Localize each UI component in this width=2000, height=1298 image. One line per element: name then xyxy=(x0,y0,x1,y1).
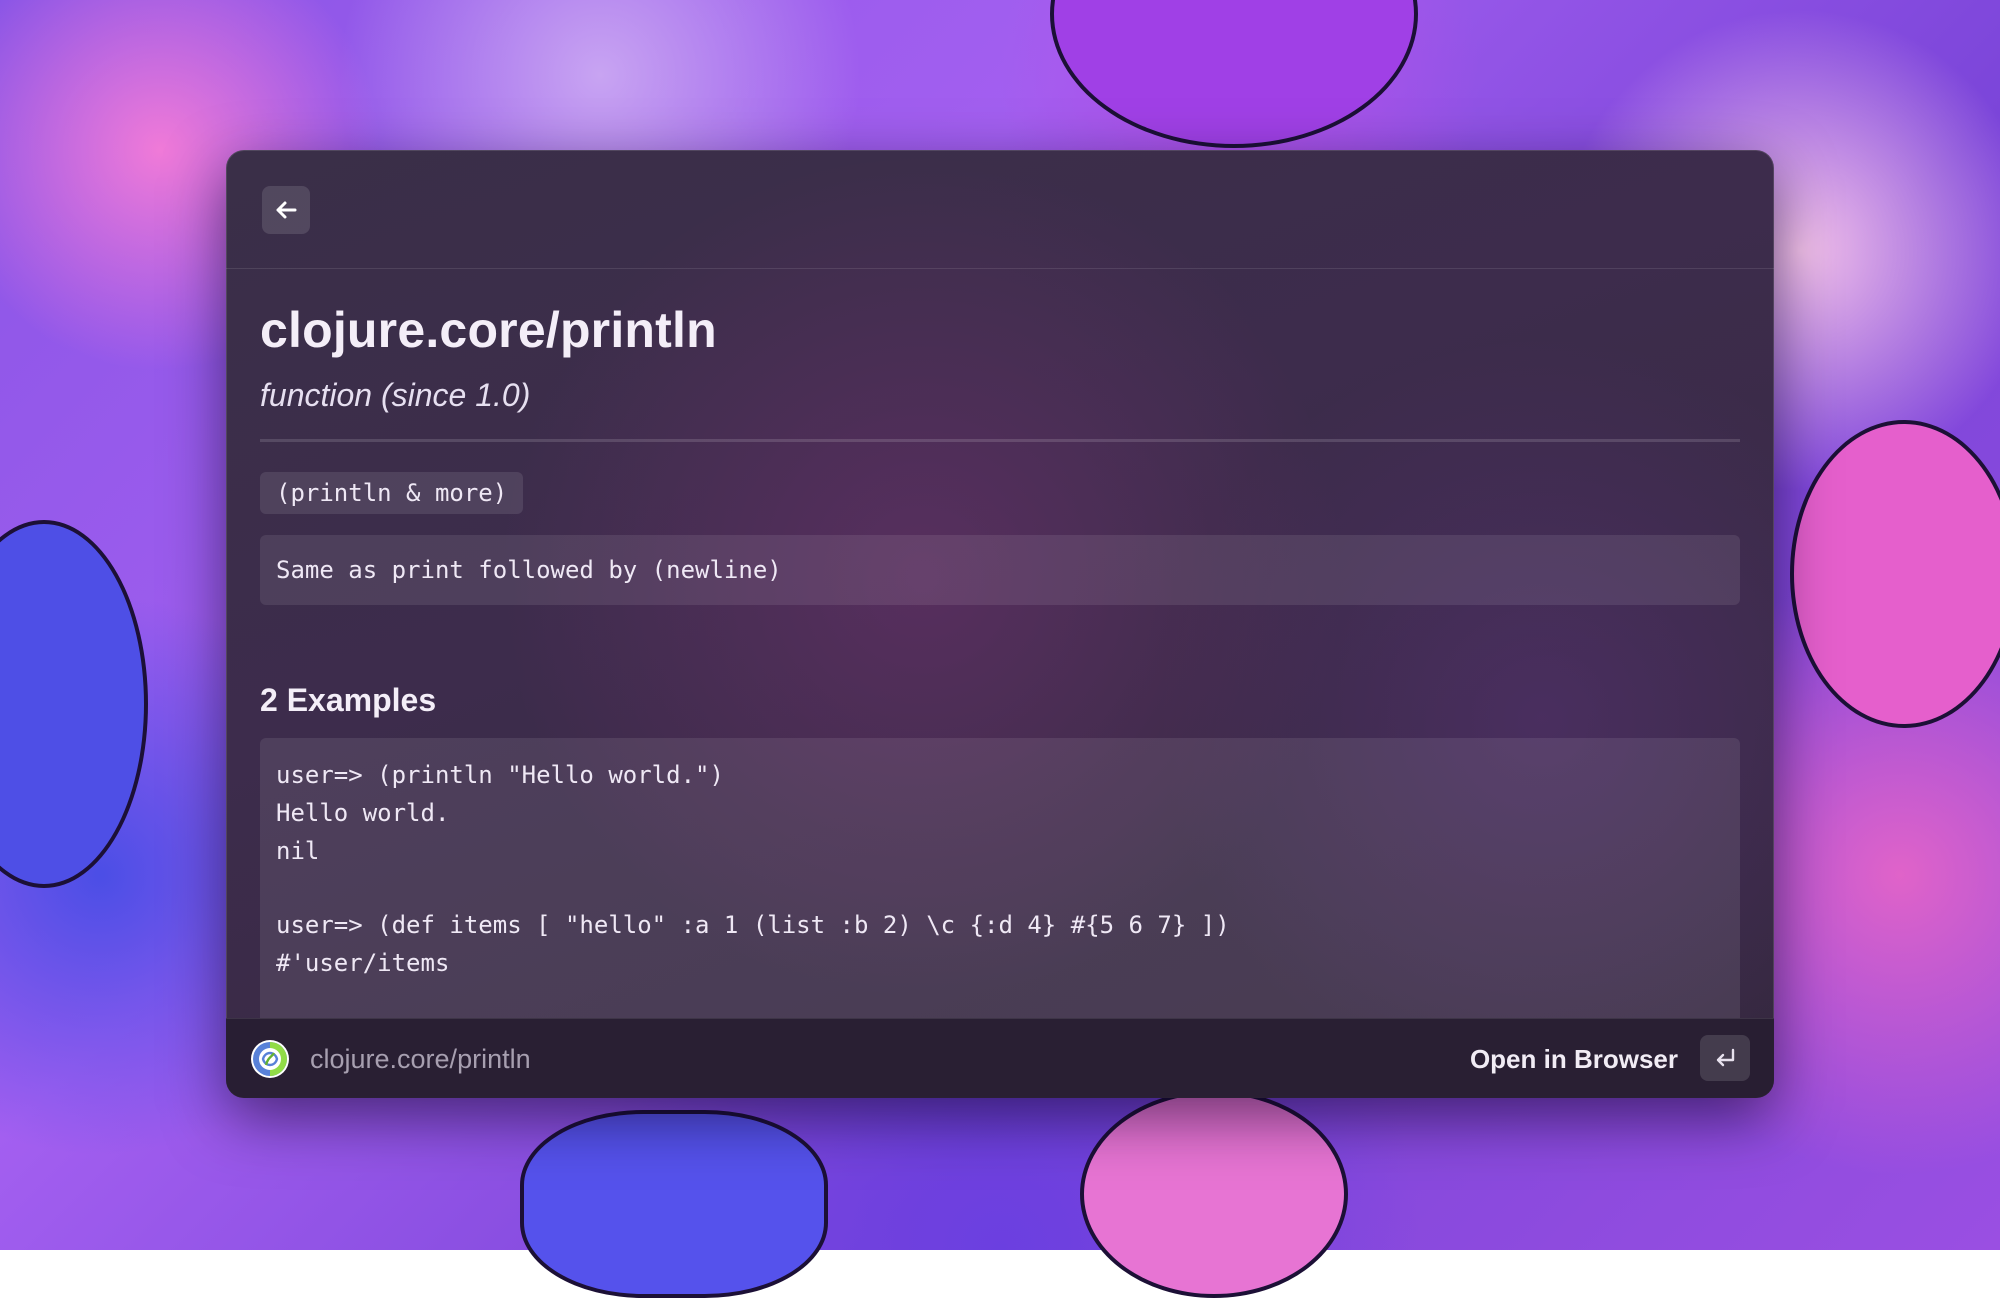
section-divider xyxy=(260,439,1740,442)
enter-key-icon xyxy=(1716,1048,1735,1067)
action-bar: clojure.core/println Open in Browser xyxy=(226,1018,1774,1098)
docstring-block: Same as print followed by (newline) xyxy=(260,535,1740,605)
clojure-logo-icon xyxy=(251,1040,289,1078)
back-button[interactable] xyxy=(262,186,310,234)
wallpaper-shape xyxy=(1050,0,1418,148)
window-toolbar xyxy=(226,150,1774,269)
function-signature: (println & more) xyxy=(260,472,524,514)
wallpaper-shape xyxy=(520,1110,828,1298)
code-line: Hello world. xyxy=(276,799,450,827)
doc-content: clojure.core/println function (since 1.0… xyxy=(260,269,1740,1098)
footer-path-label: clojure.core/println xyxy=(310,1044,531,1074)
open-in-browser-button[interactable]: Open in Browser xyxy=(1470,1019,1678,1098)
examples-heading: 2 Examples xyxy=(260,682,437,718)
wallpaper-shape xyxy=(1080,1090,1348,1298)
page-title: clojure.core/println xyxy=(260,302,717,358)
enter-key-button[interactable] xyxy=(1700,1035,1750,1081)
arrow-left-icon xyxy=(276,201,297,219)
docs-window: clojure.core/println function (since 1.0… xyxy=(226,150,1774,1098)
wallpaper-shape xyxy=(0,520,148,888)
code-line: user=> (def items [ "hello" :a 1 (list :… xyxy=(276,911,1230,939)
wallpaper-shape xyxy=(1790,420,2000,728)
code-line: #'user/items xyxy=(276,949,450,977)
code-line: nil xyxy=(276,837,320,865)
function-kind-subtitle: function (since 1.0) xyxy=(260,377,531,413)
code-line: user=> (println "Hello world.") xyxy=(276,761,724,789)
